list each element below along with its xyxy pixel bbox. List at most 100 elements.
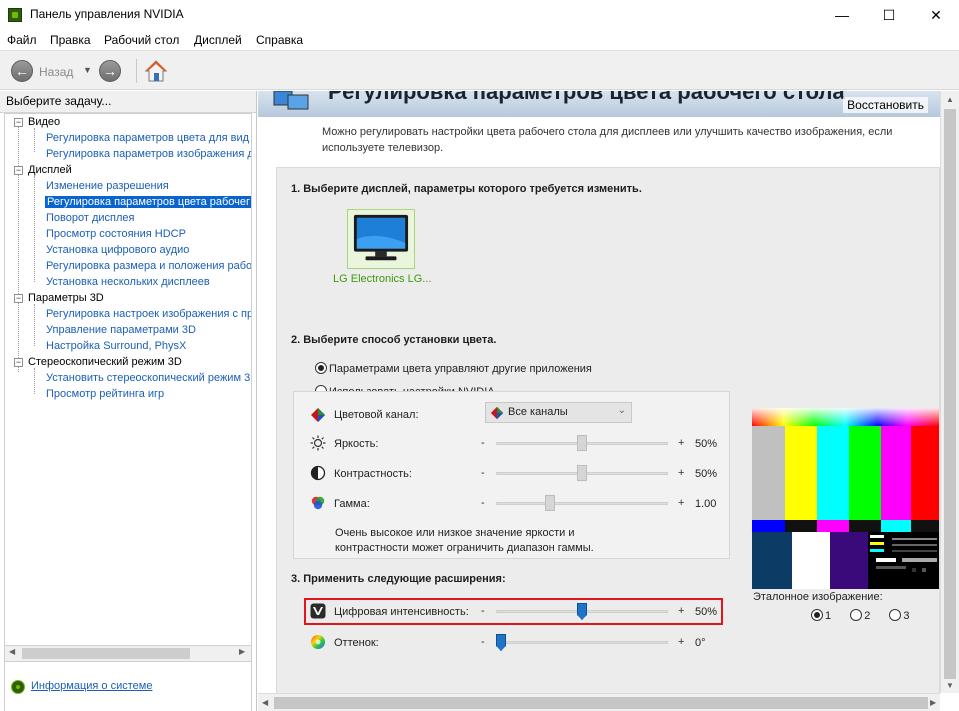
system-info-link[interactable]: Информация о системе (11, 680, 152, 694)
main-horizontal-scrollbar[interactable]: ◀ ▶ (258, 693, 940, 711)
maximize-button[interactable]: ☐ (866, 0, 912, 30)
radio-button[interactable] (850, 609, 863, 621)
system-info-label[interactable]: Информация о системе (31, 680, 152, 692)
tree-group-label: Параметры 3D (28, 292, 104, 304)
collapse-icon[interactable]: − (14, 166, 23, 175)
tree-item-audio[interactable]: Установка цифрового аудио (46, 244, 189, 256)
close-button[interactable]: ✕ (913, 0, 959, 30)
minimize-button[interactable]: — (819, 0, 865, 30)
tree-item-3d-image[interactable]: Регулировка настроек изображения с пр (46, 308, 251, 320)
hue-plus: + (678, 636, 685, 648)
page-description: Можно регулировать настройки цвета рабоч… (322, 126, 893, 154)
gamma-slider-thumb[interactable] (544, 495, 555, 511)
main-content: Регулировка параметров цвета рабочего ст… (258, 91, 959, 711)
gamma-range-note: Очень высокое или низкое значение яркост… (335, 527, 594, 554)
scroll-thumb[interactable] (22, 648, 190, 659)
task-panel-header: Выберите задачу... (0, 91, 256, 113)
arrow-left-icon[interactable]: ← (11, 60, 33, 82)
brightness-slider-thumb[interactable] (577, 435, 587, 451)
scroll-right-icon[interactable]: ▶ (239, 647, 245, 656)
tree-item-rotate[interactable]: Поворот дисплея (46, 212, 134, 224)
display-tile[interactable] (347, 209, 415, 269)
tree-item-stereo-setup[interactable]: Установить стереоскопический режим 3 (46, 372, 250, 384)
menu-file[interactable]: Файл (7, 33, 37, 47)
collapse-icon[interactable]: − (14, 358, 23, 367)
menu-help[interactable]: Справка (256, 33, 303, 47)
gamma-plus: + (678, 497, 685, 509)
step3-title: 3. Применить следующие расширения: (291, 573, 506, 585)
tree-group-label: Видео (28, 116, 61, 128)
reference-test-pattern (752, 408, 939, 589)
monitor-icon (353, 214, 409, 261)
radio-other-apps[interactable]: Параметрами цвета управляют другие прило… (315, 362, 592, 375)
tree-horizontal-scrollbar[interactable]: ◀ ▶ (4, 645, 252, 662)
home-icon[interactable] (144, 59, 168, 83)
gamma-icon (311, 496, 325, 510)
back-button-label[interactable]: Назад (39, 65, 73, 79)
reference-option-1[interactable]: 1 (811, 609, 831, 622)
scroll-down-icon[interactable]: ▼ (946, 681, 954, 690)
digital-vibrance-icon (310, 603, 326, 619)
hue-label: Оттенок: (334, 637, 379, 649)
tree-item-hdcp[interactable]: Просмотр состояния HDCP (46, 228, 186, 240)
step2-title: 2. Выберите способ установки цвета. (291, 334, 497, 346)
menu-desktop[interactable]: Рабочий стол (104, 33, 179, 47)
scroll-left-icon[interactable]: ◀ (9, 647, 15, 656)
contrast-value: 50% (695, 468, 718, 480)
scroll-thumb[interactable] (944, 109, 956, 679)
history-dropdown-icon[interactable]: ▼ (83, 65, 92, 75)
step1-title: 1. Выберите дисплей, параметры которого … (291, 183, 642, 195)
tree-guide (34, 304, 35, 346)
scroll-left-icon[interactable]: ◀ (262, 698, 268, 707)
task-tree: − Видео Регулировка параметров цвета для… (4, 113, 252, 711)
radio-other-apps-label: Параметрами цвета управляют другие прило… (329, 363, 592, 375)
brightness-minus: - (481, 437, 485, 449)
task-panel: Выберите задачу... − Видео Регулировка п… (0, 91, 257, 711)
tree-guide (34, 176, 35, 282)
scroll-up-icon[interactable]: ▲ (946, 95, 954, 104)
collapse-icon[interactable]: − (14, 118, 23, 127)
hue-icon (311, 635, 325, 649)
reference-option-3[interactable]: 3 (889, 609, 910, 622)
color-channel-select[interactable]: Все каналы ⌄ (485, 402, 632, 423)
toolbar-separator (136, 59, 137, 83)
tree-item-video-color[interactable]: Регулировка параметров цвета для вид (46, 132, 249, 144)
contrast-slider-thumb[interactable] (577, 465, 587, 481)
reference-image-label: Эталонное изображение: (753, 591, 883, 603)
radio-button[interactable] (889, 609, 902, 621)
nvidia-logo-icon (8, 8, 22, 22)
menu-display[interactable]: Дисплей (194, 33, 242, 47)
scroll-thumb[interactable] (274, 697, 928, 709)
display-name[interactable]: LG Electronics LG... (333, 273, 431, 285)
main-vertical-scrollbar[interactable]: ▲ ▼ (940, 91, 959, 693)
color-channel-icon (490, 406, 504, 420)
tree-item-3d-manage[interactable]: Управление параметрами 3D (46, 324, 196, 336)
tree-item-desktop-color[interactable]: Регулировка параметров цвета рабочег (45, 196, 251, 208)
hue-track[interactable] (496, 641, 668, 644)
tree-item-size-position[interactable]: Регулировка размера и положения рабо (46, 260, 251, 272)
tree-group-label: Стереоскопический режим 3D (28, 356, 182, 368)
gamma-track[interactable] (496, 502, 668, 505)
brightness-icon (310, 435, 326, 451)
toolbar: ← Назад ▼ → (0, 50, 959, 90)
gamma-value: 1.00 (695, 498, 717, 510)
scroll-right-icon[interactable]: ▶ (930, 698, 936, 707)
contrast-label: Контрастность: (334, 468, 412, 480)
menu-edit[interactable]: Правка (50, 33, 91, 47)
tree-item-video-image[interactable]: Регулировка параметров изображения д (46, 148, 251, 160)
tree-group-label: Дисплей (28, 164, 72, 176)
restore-link[interactable]: Восстановить (843, 97, 928, 113)
reference-image-options: 1 2 3 (811, 609, 926, 622)
radio-button-checked[interactable] (315, 362, 327, 374)
displays-icon (273, 91, 309, 110)
arrow-right-icon[interactable]: → (99, 60, 121, 82)
reference-option-2[interactable]: 2 (850, 609, 870, 622)
radio-button-checked[interactable] (811, 609, 823, 621)
tree-item-surround[interactable]: Настройка Surround, PhysX (46, 340, 186, 352)
tree-item-resolution[interactable]: Изменение разрешения (46, 180, 169, 192)
menu-bar: Файл Правка Рабочий стол Дисплей Справка (0, 30, 959, 50)
page-banner: Регулировка параметров цвета рабочего ст… (258, 91, 940, 117)
tree-item-multi-display[interactable]: Установка нескольких дисплеев (46, 276, 210, 288)
tree-item-game-rating[interactable]: Просмотр рейтинга игр (46, 388, 164, 400)
collapse-icon[interactable]: − (14, 294, 23, 303)
